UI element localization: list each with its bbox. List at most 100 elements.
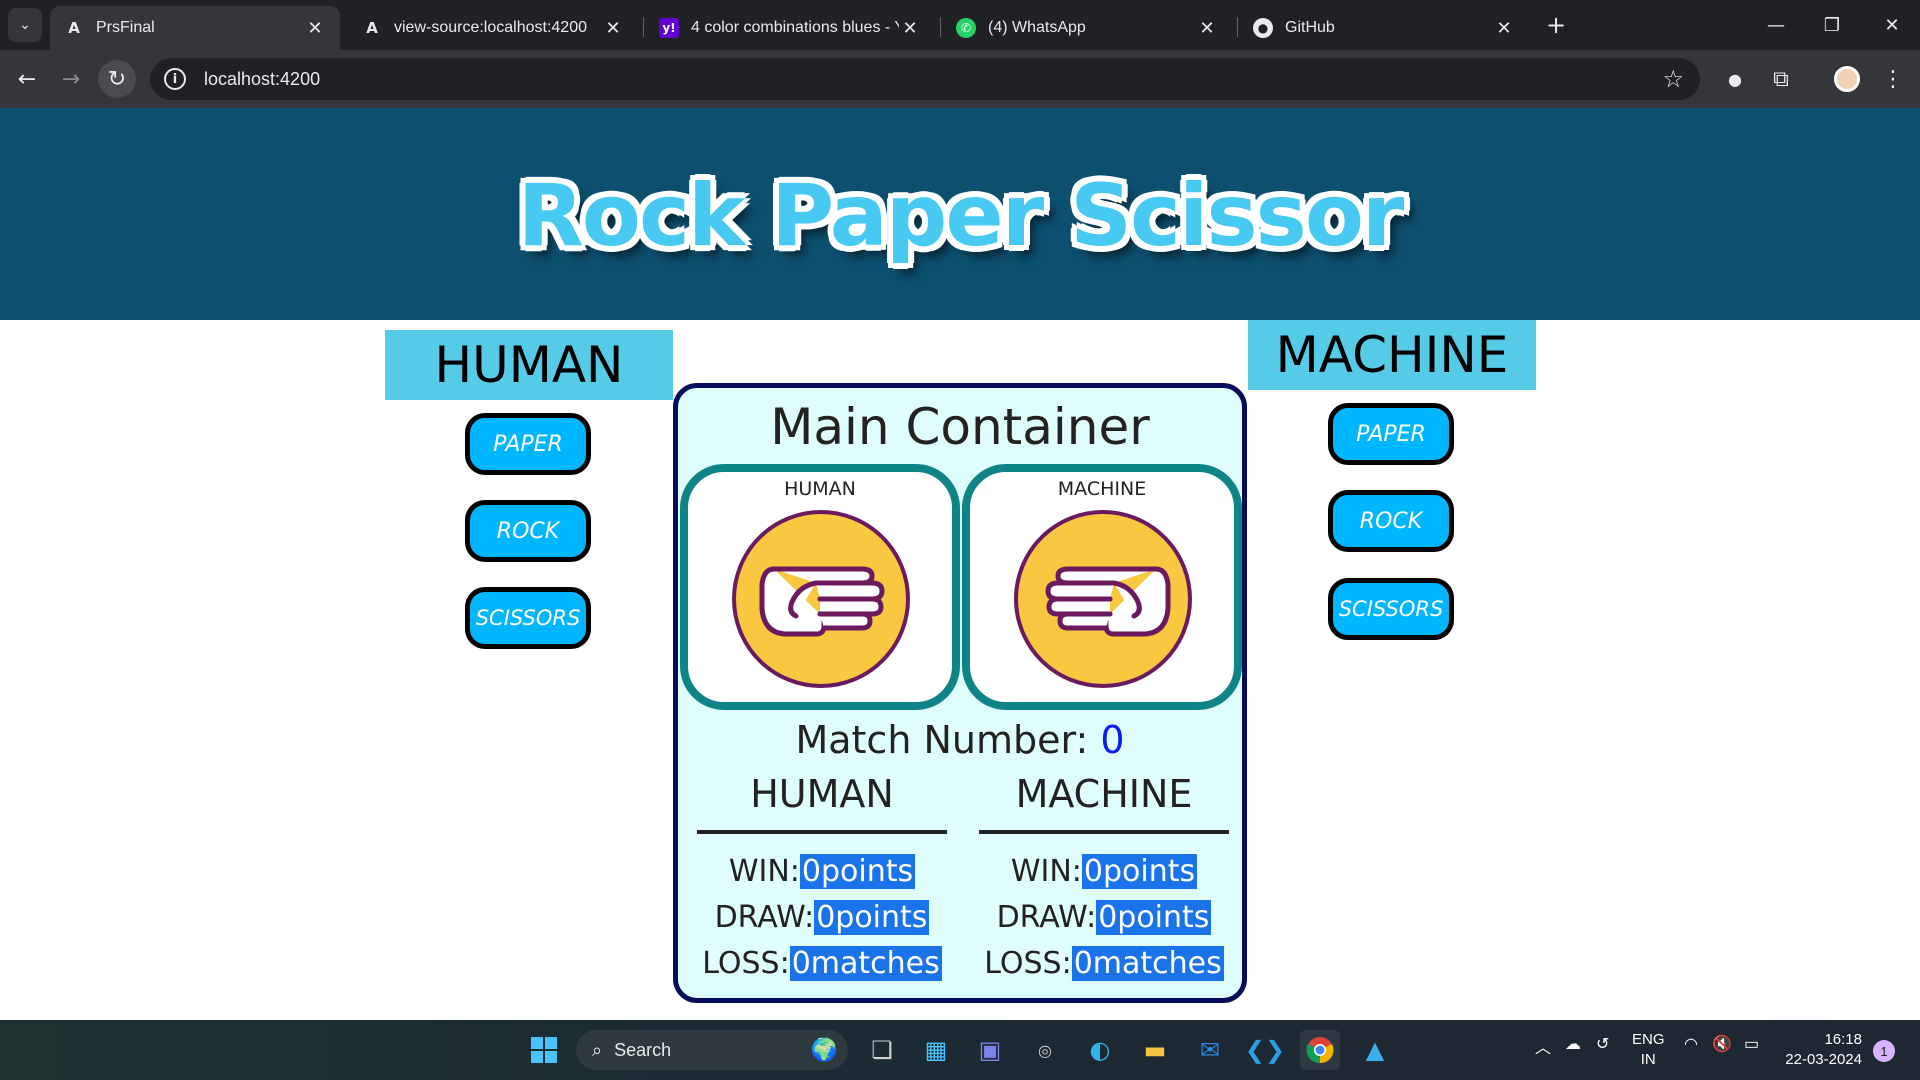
draw-label: DRAW: [996,900,1097,935]
tab-view-source[interactable]: A view-source:localhost:4200 ✕ [348,6,638,50]
tab-search-button[interactable]: ⌄ [8,8,42,42]
match-number-value: 0 [1100,718,1125,762]
vscode-icon[interactable]: ❮❯ [1245,1030,1285,1070]
win-label: WIN: [728,854,800,889]
close-tab-icon[interactable]: ✕ [1196,18,1218,39]
human-scoreboard: HUMAN WIN:0points DRAW:0points LOSS:0mat… [697,772,947,988]
minimize-icon[interactable]: — [1756,8,1796,42]
human-win-row: WIN:0points [697,850,947,896]
human-loss-row: LOSS:0matches [697,942,947,988]
app-header: Rock Paper Scissor [0,108,1920,320]
match-number-line: Match Number: 0 [678,718,1242,762]
restore-icon[interactable]: ❐ [1812,8,1852,42]
photos-icon[interactable]: ▲ [1355,1030,1395,1070]
close-tab-icon[interactable]: ✕ [304,18,326,39]
speaker-muted-icon[interactable]: 🔇 [1712,1034,1732,1054]
extensions-puzzle-icon[interactable]: ⧉ [1766,64,1796,94]
site-info-icon[interactable]: i [164,68,186,90]
machine-loss-value: 0matches [1071,946,1224,981]
divider [697,830,947,834]
browser-toolbar: ← → ↻ i localhost:4200 ☆ ● ⧉ ⋮ [0,50,1920,108]
yahoo-icon: y! [659,18,679,38]
notification-badge[interactable]: 1 [1873,1040,1895,1062]
windows-start-icon[interactable] [524,1030,564,1070]
tab-title: 4 color combinations blues - Ya [691,19,899,36]
hand-icon [1014,510,1192,688]
human-panel-title: HUMAN [385,330,673,400]
close-tab-icon[interactable]: ✕ [899,18,921,39]
machine-choice-card: MACHINE [962,464,1242,710]
machine-scissors-button[interactable]: SCISSORS [1328,578,1454,640]
machine-scoreboard: MACHINE WIN:0points DRAW:0points LOSS:0m… [979,772,1229,988]
machine-win-value: 0points [1081,854,1198,889]
extension-icon[interactable]: ● [1720,64,1750,94]
show-hidden-icons[interactable]: ︿ [1535,1034,1551,1058]
angular-icon: A [366,19,378,37]
profile-avatar[interactable] [1834,66,1860,92]
edge-browser-icon[interactable]: ◐ [1080,1030,1120,1070]
tab-github[interactable]: ● GitHub ✕ [1239,6,1529,50]
human-rock-button[interactable]: ROCK [465,500,591,562]
machine-panel-title: MACHINE [1248,320,1536,390]
region-code: IN [1640,1051,1656,1068]
hand-icon [732,510,910,688]
bookmark-star-icon[interactable]: ☆ [1662,65,1684,93]
loss-label: LOSS: [702,946,790,981]
machine-rock-button[interactable]: ROCK [1328,490,1454,552]
browser-tab-strip: ⌄ A PrsFinal ✕ A view-source:localhost:4… [0,0,1920,50]
taskbar-search[interactable]: ⌕ Search 🌍 [576,1030,848,1070]
battery-icon[interactable]: ▭ [1744,1034,1759,1054]
human-win-value: 0points [799,854,916,889]
win-label: WIN: [1010,854,1082,889]
reload-icon[interactable]: ↻ [98,60,136,98]
back-arrow-icon[interactable]: ← [8,60,46,98]
widgets-icon[interactable]: ▦ [916,1030,956,1070]
language-indicator[interactable]: ENG IN [1632,1030,1665,1070]
forward-arrow-icon[interactable]: → [52,60,90,98]
tab-prsfinal[interactable]: A PrsFinal ✕ [50,6,340,50]
tab-whatsapp[interactable]: ✆ (4) WhatsApp ✕ [942,6,1232,50]
main-container-title: Main Container [770,398,1150,456]
globe-icon: 🌍 [810,1037,838,1062]
tab-separator [940,17,941,37]
clock[interactable]: 16:18 22-03-2024 [1780,1030,1862,1070]
app-title: Rock Paper Scissor [517,166,1405,266]
human-paper-button[interactable]: PAPER [465,413,591,475]
machine-loss-row: LOSS:0matches [979,942,1229,988]
human-loss-value: 0matches [789,946,942,981]
onedrive-icon[interactable]: ☁ [1565,1034,1581,1054]
url-text: localhost:4200 [204,68,321,89]
chrome-menu-icon[interactable]: ⋮ [1878,64,1908,94]
sync-icon[interactable]: ↺ [1596,1034,1609,1054]
task-view-icon[interactable]: ❏ [862,1030,902,1070]
tab-title: GitHub [1285,19,1335,36]
clock-time: 16:18 [1824,1031,1862,1048]
wifi-icon[interactable]: ◠ [1684,1034,1698,1054]
chrome-icon[interactable] [1300,1030,1340,1070]
machine-draw-value: 0points [1096,900,1212,935]
search-icon: ⌕ [592,1039,603,1060]
dell-icon[interactable]: ◎ [1025,1030,1065,1070]
human-draw-value: 0points [814,900,930,935]
github-icon: ● [1253,18,1273,38]
angular-icon: A [68,19,80,37]
file-explorer-icon[interactable]: ▬ [1135,1030,1175,1070]
tab-yahoo[interactable]: y! 4 color combinations blues - Ya ✕ [645,6,935,50]
teams-chat-icon[interactable]: ▣ [970,1030,1010,1070]
human-scissors-button[interactable]: SCISSORS [465,587,591,649]
tab-title: (4) WhatsApp [988,19,1086,36]
clock-date: 22-03-2024 [1785,1051,1862,1068]
close-tab-icon[interactable]: ✕ [1493,18,1515,39]
loss-label: LOSS: [984,946,1072,981]
new-tab-button[interactable]: + [1541,10,1571,40]
machine-paper-button[interactable]: PAPER [1328,403,1454,465]
machine-win-row: WIN:0points [979,850,1229,896]
match-number-label: Match Number: [795,718,1101,762]
close-tab-icon[interactable]: ✕ [602,18,624,39]
address-bar[interactable]: i localhost:4200 ☆ [150,58,1700,100]
mail-icon[interactable]: ✉ [1190,1030,1230,1070]
whatsapp-icon: ✆ [956,18,976,38]
close-window-icon[interactable]: ✕ [1872,8,1912,42]
human-choice-card: HUMAN [680,464,960,710]
tab-separator [643,17,644,37]
